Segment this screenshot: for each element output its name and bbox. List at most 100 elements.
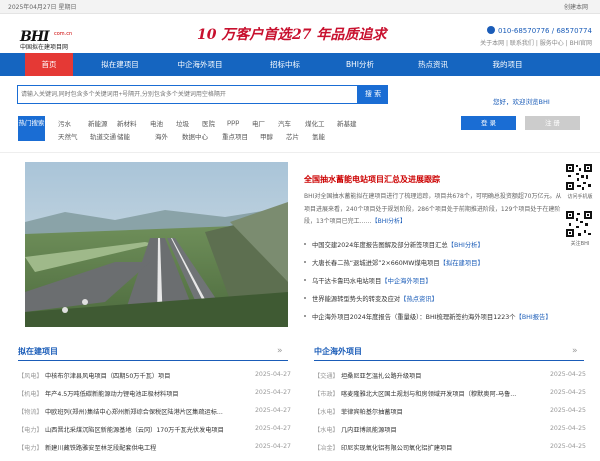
project-category: 【冶金】 <box>314 445 339 452</box>
news-item[interactable]: 中企海外项目2024年度报告（重量级）：BHI梳理新签约海外项目1223个【BH… <box>304 312 552 321</box>
project-row[interactable]: 【风电】 中核布尔津县风电项目（四期50万千瓦）项目 2025-04-27 <box>18 371 291 389</box>
logo-subtitle: 中国拟在建项目网 <box>20 44 69 51</box>
project-title: 山西晋北采煤沉陷区新能源基地（云冈）170万千瓦光伏发电项目 <box>45 427 224 434</box>
nav-my-projects[interactable]: 我的项目 <box>480 53 535 76</box>
section-more-overseas[interactable]: » <box>572 346 578 356</box>
hot-keyword[interactable]: 污水 <box>58 118 71 128</box>
news-item[interactable]: 世界能源转型势头的转变及应对【热点资讯】 <box>304 294 438 303</box>
top-bar: 2025年04月27日 星期日 创建本网 <box>0 0 600 14</box>
project-category: 【市政】 <box>314 391 339 398</box>
nav-overseas-projects[interactable]: 中企海外项目 <box>170 53 230 76</box>
phone-text: 010-68570776 / 68570774 <box>498 27 592 35</box>
project-title: 新建川藏铁路雅安至林芝段配套供电工程 <box>45 445 157 452</box>
section-title-planned[interactable]: 拟在建项目 <box>18 346 58 357</box>
hot-keyword[interactable]: 电厂 <box>252 118 265 128</box>
project-date: 2025-04-27 <box>255 389 291 396</box>
hot-keyword[interactable]: 氢能 <box>312 131 325 141</box>
hot-keyword[interactable]: 储能 <box>117 131 130 141</box>
news-title: 乌干达卡鲁玛水电站项目 <box>312 278 382 285</box>
project-row[interactable]: 【物流】 中欧班列(郑州)集结中心郑州新郑综合保税区陆港片区集疏运标... 2025… <box>18 407 291 425</box>
project-category: 【物流】 <box>18 409 43 416</box>
nav-bhi-analysis[interactable]: BHI分析 <box>335 53 385 76</box>
nav-home[interactable]: 首页 <box>25 53 73 76</box>
featured-more-link[interactable]: 【BHI分析】 <box>372 218 406 225</box>
news-item[interactable]: 大唐长春二热“退城进郊”2×660MW煤电项目【拟在建项目】 <box>304 258 484 267</box>
news-source: 【中企海外项目】 <box>381 278 432 285</box>
project-row[interactable]: 【机电】 年产4.5万吨低碳新能源动力锂电池正极材料项目 2025-04-27 <box>18 389 291 407</box>
hot-keyword[interactable]: 医院 <box>202 118 215 128</box>
mobile-qr-code <box>565 163 593 191</box>
section-divider-overseas <box>314 360 584 361</box>
project-category: 【交通】 <box>314 373 339 380</box>
news-title: 世界能源转型势头的转变及应对 <box>312 296 401 303</box>
news-item[interactable]: 乌干达卡鲁玛水电站项目【中企海外项目】 <box>304 276 432 285</box>
hot-keyword[interactable]: 芯片 <box>286 131 299 141</box>
phone-number: 010-68570776 / 68570774 <box>487 26 592 35</box>
qr-caption-mobile: 访问手机版 <box>567 194 593 200</box>
hot-keyword[interactable]: 煤化工 <box>305 118 325 128</box>
project-date: 2025-04-25 <box>550 443 586 450</box>
project-row[interactable]: 【电力】 新建川藏铁路雅安至林芝段配套供电工程 2025-04-27 <box>18 443 291 461</box>
project-row[interactable]: 【交通】 坦桑尼亚乞温扎公路升级项目 2025-04-25 <box>314 371 586 389</box>
nav-hot-news[interactable]: 热点资讯 <box>408 53 458 76</box>
project-category: 【电力】 <box>18 427 43 434</box>
section-title-overseas[interactable]: 中企海外项目 <box>314 346 362 357</box>
news-title: 大唐长春二热“退城进郊”2×660MW煤电项目 <box>312 260 440 267</box>
hot-keyword[interactable]: 汽车 <box>278 118 291 128</box>
logo-domain: com.cn <box>54 31 73 37</box>
project-date: 2025-04-25 <box>550 389 586 396</box>
hot-search-label: 热门搜索 <box>18 116 45 141</box>
project-row[interactable]: 【冶金】 印尼实现氧化铝有限公司氧化铝扩建项目 2025-04-25 <box>314 443 586 461</box>
site-logo[interactable]: BHI com.cn 中国拟在建项目网 <box>20 26 80 56</box>
project-row[interactable]: 【水电】 菲律宾帕基尔抽蓄项目 2025-04-25 <box>314 407 586 425</box>
section-more-planned[interactable]: » <box>277 346 283 356</box>
header-links[interactable]: 关于本网 | 联系我们 | 服务中心 | BHI官网 <box>452 38 592 47</box>
nav-planned-projects[interactable]: 拟在建项目 <box>95 53 145 76</box>
news-source: 【热点资讯】 <box>400 296 438 303</box>
project-date: 2025-04-25 <box>550 425 586 432</box>
news-title: 中国交建2024年度报告图解及部分新签项目汇总 <box>312 242 448 249</box>
featured-title[interactable]: 全国抽水蓄能电站项目汇总及进展跟踪 <box>304 174 440 185</box>
hot-keyword[interactable]: 电池 <box>150 118 163 128</box>
hot-keyword[interactable]: 天然气 <box>58 131 78 141</box>
project-category: 【水电】 <box>314 409 339 416</box>
news-source: 【BHI报告】 <box>515 314 552 321</box>
featured-description-text: BHI对全国抽水蓄能拟在建项目进行了梳理追踪，项目共678个，可明确总投资额超7… <box>304 193 562 225</box>
qr-caption-follow: 关注BHI <box>570 241 590 247</box>
hot-keyword[interactable]: 垃圾 <box>176 118 189 128</box>
featured-banner-image[interactable] <box>25 162 288 327</box>
project-date: 2025-04-27 <box>255 371 291 378</box>
hot-keyword[interactable]: 新能源 <box>88 118 108 128</box>
login-button[interactable]: 登 录 <box>461 116 516 130</box>
project-category: 【机电】 <box>18 391 43 398</box>
hot-keyword[interactable]: 海外 <box>155 131 168 141</box>
project-row[interactable]: 【市政】 喀麦隆雅北大区国土规划与和房领域开发项目（穆默奥阿-马鲁... 2025-… <box>314 389 586 407</box>
register-button[interactable]: 注 册 <box>525 116 580 130</box>
project-row[interactable]: 【电力】 山西晋北采煤沉陷区新能源基地（云冈）170万千瓦光伏发电项目 2025-0… <box>18 425 291 443</box>
project-title: 中核布尔津县风电项目（四期50万千瓦）项目 <box>45 373 171 380</box>
project-title: 年产4.5万吨低碳新能源动力锂电池正极材料项目 <box>45 391 179 398</box>
project-title: 中欧班列(郑州)集结中心郑州新郑综合保税区陆港片区集疏运标... <box>45 409 223 416</box>
welcome-text: 您好，欢迎浏览BHI <box>493 98 550 106</box>
project-row[interactable]: 【水电】 几内亚博凯能源项目 2025-04-25 <box>314 425 586 443</box>
section-divider-planned <box>18 360 288 361</box>
project-title: 几内亚博凯能源项目 <box>341 427 397 434</box>
hot-keyword[interactable]: ppp <box>227 118 239 126</box>
project-date: 2025-04-25 <box>550 371 586 378</box>
slogan-customers: 10 万客户首选 <box>197 27 292 43</box>
news-item[interactable]: 中国交建2024年度报告图解及部分新签项目汇总【BHI分析】 <box>304 240 484 249</box>
top-right-link[interactable]: 创建本网 <box>564 2 588 11</box>
search-box <box>17 85 358 104</box>
nav-bidding[interactable]: 招标中标 <box>260 53 310 76</box>
hot-keyword[interactable]: 新材料 <box>117 118 137 128</box>
hot-keyword[interactable]: 重点项目 <box>222 131 248 141</box>
featured-description: BHI对全国抽水蓄能拟在建项目进行了梳理追踪，项目共678个，可明确总投资额超7… <box>304 191 564 229</box>
hot-keyword[interactable]: 甲醇 <box>260 131 273 141</box>
project-category: 【水电】 <box>314 427 339 434</box>
hot-keyword[interactable]: 新基建 <box>337 118 357 128</box>
project-title: 喀麦隆雅北大区国土规划与和房领域开发项目（穆默奥阿-马鲁... <box>341 391 517 398</box>
hot-keyword[interactable]: 轨道交通 <box>90 131 116 141</box>
hot-keyword[interactable]: 数据中心 <box>182 131 208 141</box>
search-input[interactable] <box>21 89 351 101</box>
search-button[interactable]: 搜 索 <box>358 85 388 104</box>
